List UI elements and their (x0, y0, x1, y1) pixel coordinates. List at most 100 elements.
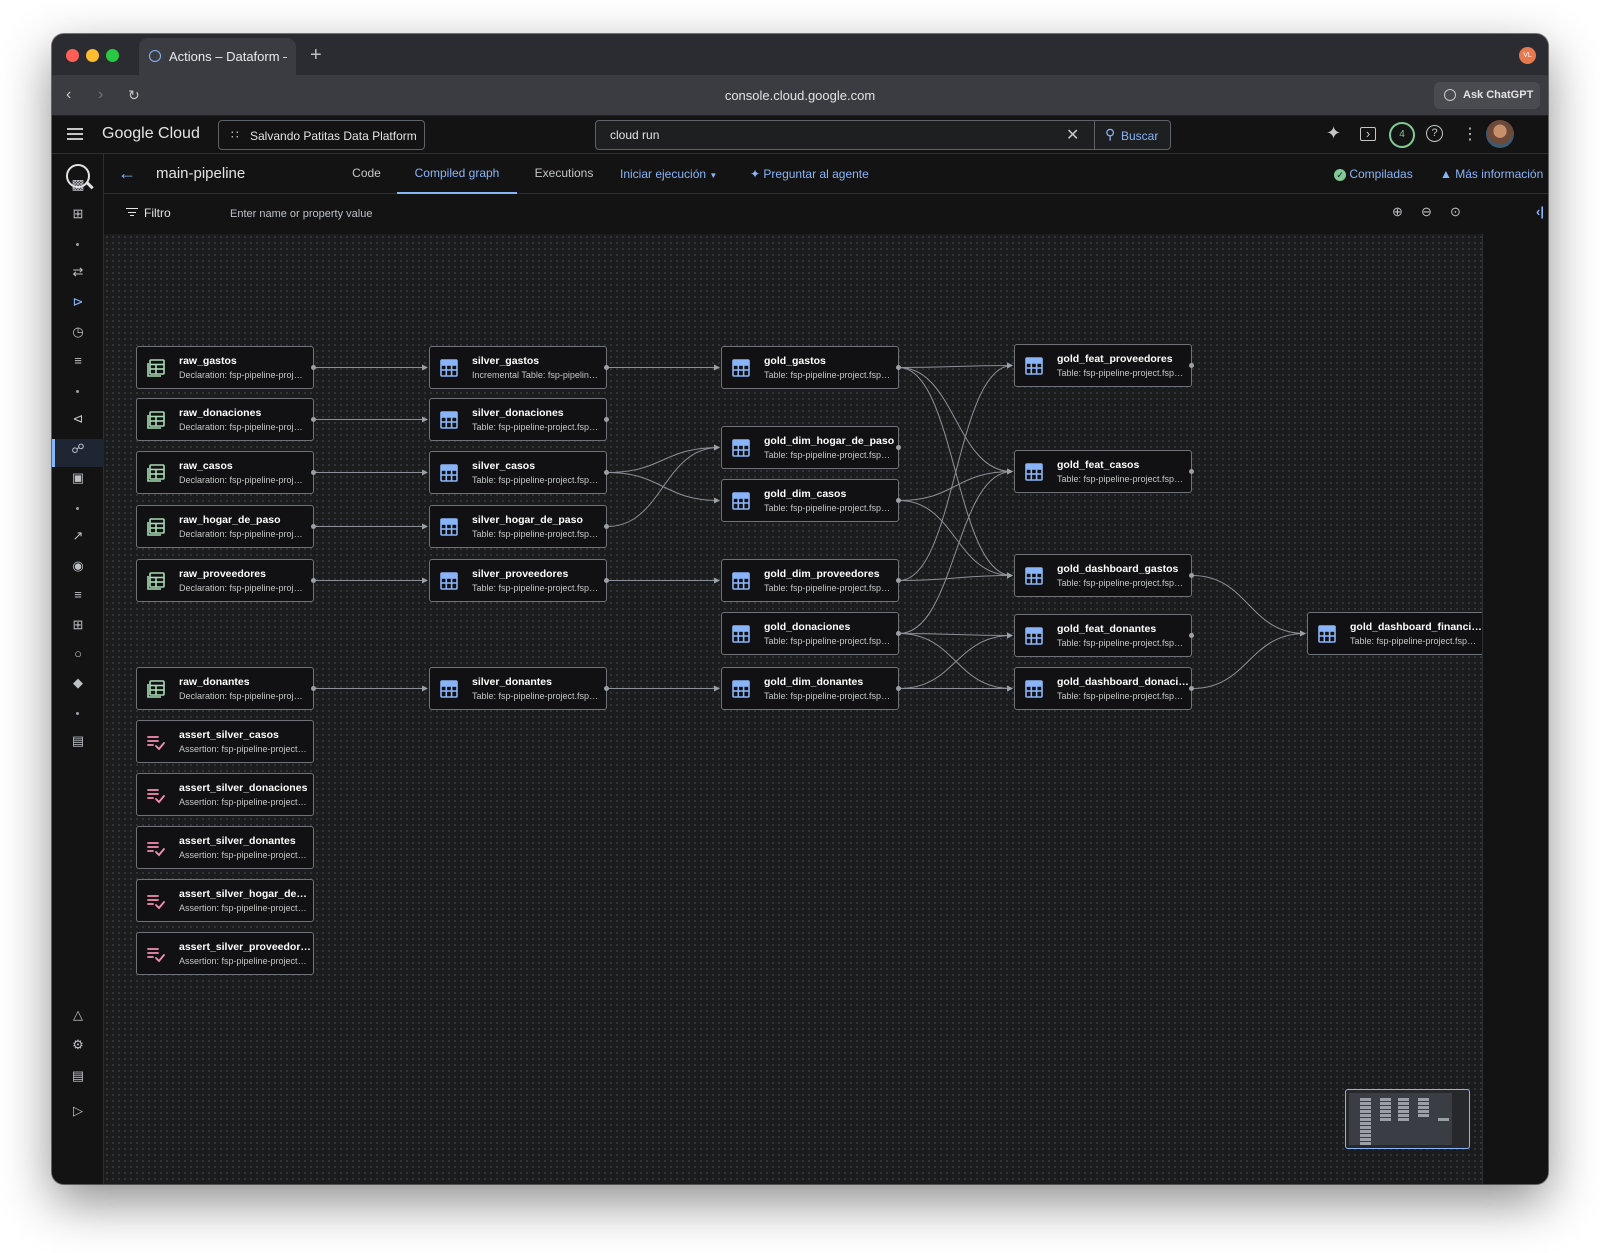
list-filter-icon[interactable]: ≡ (52, 353, 104, 369)
share-graph-icon[interactable]: ⊲ (52, 411, 104, 427)
graph-node-assert-silver-donaciones[interactable]: assert_silver_donaciones Assertion: fsp-p… (136, 773, 314, 816)
url-field[interactable]: console.cloud.google.com (52, 88, 1548, 103)
ask-agent-button[interactable]: ✦ Preguntar al agente (750, 167, 869, 181)
ask-chatgpt-button[interactable]: Ask ChatGPT (1434, 82, 1540, 109)
new-tab-button[interactable]: + (310, 45, 322, 65)
graph-node-gold-donaciones[interactable]: gold_donaciones Table: fsp-pipeline-proje… (721, 612, 901, 655)
tab-code[interactable]: Code (344, 154, 389, 194)
graph-node-raw-gastos[interactable]: raw_gastos Declaration: fsp-pipeline-proj… (136, 346, 316, 389)
graph-node-silver-proveedores[interactable]: silver_proveedores Table: fsp-pipeline-pr… (429, 559, 609, 602)
node-output-port[interactable] (1189, 686, 1194, 691)
user-avatar[interactable] (1486, 120, 1514, 148)
lock-icon[interactable]: ☍ (52, 441, 104, 457)
node-output-port[interactable] (311, 365, 316, 370)
google-cloud-logo[interactable]: Google Cloud (102, 125, 200, 143)
help-icon[interactable]: ? (1426, 125, 1443, 142)
node-output-port[interactable] (604, 578, 609, 583)
graph-node-silver-hogar-de-paso[interactable]: silver_hogar_de_paso Table: fsp-pipeline-… (429, 505, 609, 548)
node-output-port[interactable] (311, 578, 316, 583)
start-execution-dropdown[interactable]: Iniciar ejecución ▼ (620, 167, 717, 181)
graph-node-gold-dashboard-donaciones[interactable]: gold_dashboard_donaciones Table: fsp-pipe… (1014, 667, 1194, 710)
back-arrow-icon[interactable]: ← (118, 164, 136, 182)
node-output-port[interactable] (896, 686, 901, 691)
analytics-icon[interactable]: ↗ (52, 528, 104, 544)
zoom-out-icon[interactable]: ⊖ (1421, 205, 1432, 219)
graph-node-gold-dim-proveedores[interactable]: gold_dim_proveedores Table: fsp-pipeline-… (721, 559, 901, 602)
scan-icon[interactable]: ▣ (52, 470, 104, 486)
node-output-port[interactable] (311, 686, 316, 691)
diamond-icon[interactable]: ◆ (52, 675, 104, 691)
graph-node-gold-dim-hogar-de-paso[interactable]: gold_dim_hogar_de_paso Table: fsp-pipelin… (721, 426, 901, 469)
browser-tab[interactable]: Actions – Dataform – (139, 38, 296, 75)
graph-node-gold-feat-casos[interactable]: gold_feat_casos Table: fsp-pipeline-proje… (1014, 450, 1194, 493)
org-tree-icon[interactable]: △ (52, 1007, 104, 1023)
graph-node-silver-casos[interactable]: silver_casos Table: fsp-pipeline-project.… (429, 451, 609, 494)
graph-node-raw-donantes[interactable]: raw_donantes Declaration: fsp-pipeline-pr… (136, 667, 316, 710)
graph-node-assert-silver-donantes[interactable]: assert_silver_donantes Assertion: fsp-pip… (136, 826, 314, 869)
transfer-icon[interactable]: ⇄ (52, 264, 104, 280)
browser-profile-avatar[interactable]: VL (1519, 47, 1536, 64)
collapse-panel-icon[interactable]: ‹| (1536, 204, 1544, 219)
node-output-port[interactable] (896, 365, 901, 370)
graph-node-gold-dashboard-financiero[interactable]: gold_dashboard_financiero Table: fsp-pipe… (1307, 612, 1482, 655)
node-output-port[interactable] (604, 686, 609, 691)
table-grid-icon[interactable]: ⊞ (52, 206, 104, 222)
hamburger-menu-icon[interactable] (67, 128, 83, 140)
graph-node-gold-feat-proveedores[interactable]: gold_feat_proveedores Table: fsp-pipeline… (1014, 344, 1194, 387)
node-output-port[interactable] (896, 498, 901, 503)
gemini-sparkle-icon[interactable]: ✦ (1326, 124, 1341, 142)
clear-search-icon[interactable]: ✕ (1066, 125, 1079, 145)
pipeline-icon[interactable]: ⊳ (52, 294, 104, 310)
compiled-graph-canvas[interactable]: raw_gastos Declaration: fsp-pipeline-proj… (104, 234, 1482, 1184)
search-input[interactable] (596, 121, 1086, 149)
graph-node-assert-silver-hogar-de-paso[interactable]: assert_silver_hogar_de_paso Assertion: fs… (136, 879, 314, 922)
notifications-badge[interactable]: 4 (1389, 122, 1415, 148)
history-icon[interactable]: ◷ (52, 324, 104, 340)
settings-icon[interactable]: ⚙ (52, 1037, 104, 1053)
zoom-in-icon[interactable]: ⊕ (1392, 205, 1403, 219)
graph-node-gold-dim-donantes[interactable]: gold_dim_donantes Table: fsp-pipeline-pro… (721, 667, 901, 710)
graph-node-raw-proveedores[interactable]: raw_proveedores Declaration: fsp-pipeline… (136, 559, 316, 602)
node-output-port[interactable] (311, 524, 316, 529)
node-output-port[interactable] (1189, 633, 1194, 638)
minimize-window-button[interactable] (86, 49, 99, 62)
search-button[interactable]: ⚲ Buscar (1094, 121, 1170, 149)
graph-node-raw-hogar-de-paso[interactable]: raw_hogar_de_paso Declaration: fsp-pipeli… (136, 505, 316, 548)
graph-node-gold-feat-donantes[interactable]: gold_feat_donantes Table: fsp-pipeline-pr… (1014, 614, 1194, 657)
zoom-reset-icon[interactable]: ⊙ (1450, 205, 1461, 219)
graph-node-gold-dim-casos[interactable]: gold_dim_casos Table: fsp-pipeline-projec… (721, 479, 901, 522)
maximize-window-button[interactable] (106, 49, 119, 62)
node-output-port[interactable] (1189, 573, 1194, 578)
graph-node-assert-silver-casos[interactable]: assert_silver_casos Assertion: fsp-pipeli… (136, 720, 314, 763)
expand-rail-icon[interactable]: ▷ (52, 1103, 104, 1119)
graph-node-assert-silver-proveedores[interactable]: assert_silver_proveedores Assertion: fsp-… (136, 932, 314, 975)
node-output-port[interactable] (1189, 363, 1194, 368)
node-output-port[interactable] (1189, 469, 1194, 474)
node-output-port[interactable] (311, 470, 316, 475)
graph-node-silver-gastos[interactable]: silver_gastos Incremental Table: fsp-pipe… (429, 346, 609, 389)
node-output-port[interactable] (896, 578, 901, 583)
node-output-port[interactable] (604, 417, 609, 422)
graph-node-gold-gastos[interactable]: gold_gastos Table: fsp-pipeline-project.f… (721, 346, 901, 389)
filter-input[interactable] (230, 201, 630, 227)
cloud-shell-icon[interactable]: › (1360, 127, 1376, 141)
table-icon[interactable]: ⊞ (52, 617, 104, 633)
tune-icon[interactable]: ≡ (52, 587, 104, 603)
graph-node-silver-donaciones[interactable]: silver_donaciones Table: fsp-pipeline-pro… (429, 398, 609, 441)
node-output-port[interactable] (311, 417, 316, 422)
graph-node-gold-dashboard-gastos[interactable]: gold_dashboard_gastos Table: fsp-pipeline… (1014, 554, 1194, 597)
node-output-port[interactable] (896, 631, 901, 636)
node-output-port[interactable] (896, 445, 901, 450)
close-window-button[interactable] (66, 49, 79, 62)
storage-icon[interactable]: ▤ (52, 733, 104, 749)
node-output-port[interactable] (604, 524, 609, 529)
graph-node-silver-donantes[interactable]: silver_donantes Table: fsp-pipeline-proje… (429, 667, 609, 710)
node-output-port[interactable] (604, 470, 609, 475)
graph-node-raw-casos[interactable]: raw_casos Declaration: fsp-pipeline-proje… (136, 451, 316, 494)
chat-icon[interactable]: ○ (52, 646, 104, 662)
tab-compiled-graph[interactable]: Compiled graph (397, 154, 517, 194)
more-info-link[interactable]: ▲ Más información (1440, 167, 1543, 181)
graph-node-raw-donaciones[interactable]: raw_donaciones Declaration: fsp-pipeline-… (136, 398, 316, 441)
compiled-status[interactable]: ✓ Compiladas (1334, 167, 1413, 181)
graph-minimap[interactable] (1345, 1089, 1470, 1149)
